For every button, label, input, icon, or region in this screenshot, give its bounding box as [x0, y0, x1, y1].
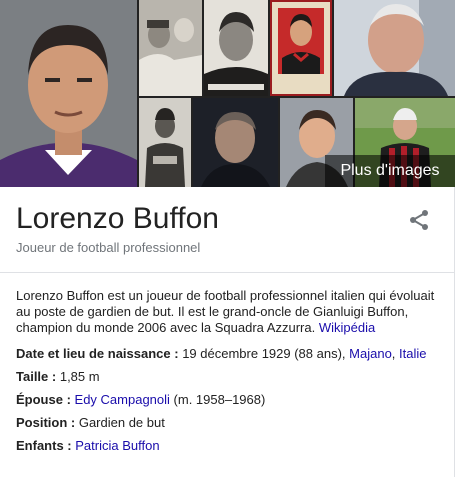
- entity-subtitle: Joueur de football professionnel: [16, 240, 201, 255]
- fact-value: 1,85 m: [59, 369, 100, 384]
- fact-position: Position : Gardien de but: [16, 415, 446, 438]
- gallery-photo-1[interactable]: [139, 0, 202, 96]
- separator: ,: [391, 346, 400, 361]
- gallery-photo-6[interactable]: [193, 98, 278, 187]
- country-link[interactable]: Italie: [399, 346, 426, 361]
- gallery-photo-2[interactable]: [204, 0, 268, 96]
- wikipedia-link[interactable]: Wikipédia: [319, 320, 375, 335]
- description: Lorenzo Buffon est un joueur de football…: [16, 288, 442, 336]
- spouse-link[interactable]: Edy Campagnoli: [75, 392, 170, 407]
- fact-value: Gardien de but: [78, 415, 165, 430]
- fact-value: (m. 1958–1968): [173, 392, 266, 407]
- gallery-photo-4[interactable]: [334, 0, 455, 96]
- portrait-image: [0, 0, 137, 187]
- entity-title: Lorenzo Buffon: [16, 202, 219, 235]
- fact-label: Taille :: [16, 369, 57, 384]
- more-images-label: Plus d'images: [340, 162, 440, 179]
- fact-label: Date et lieu de naissance :: [16, 346, 179, 361]
- more-images-button[interactable]: Plus d'images: [325, 155, 455, 187]
- birthplace-link[interactable]: Majano: [349, 346, 392, 361]
- main-photo[interactable]: [0, 0, 137, 187]
- share-icon: [410, 210, 428, 230]
- fact-label: Épouse :: [16, 392, 71, 407]
- fact-birth: Date et lieu de naissance : 19 décembre …: [16, 346, 446, 369]
- fact-value: 19 décembre 1929 (88 ans),: [182, 346, 346, 361]
- elderly-portrait-image: [193, 98, 278, 187]
- header-divider: [0, 272, 455, 273]
- bw-photo-image: [204, 0, 268, 96]
- trading-card-image: [272, 2, 330, 94]
- fact-label: Enfants :: [16, 438, 72, 453]
- fact-height: Taille : 1,85 m: [16, 369, 446, 392]
- knowledge-panel: Plus d'images Lorenzo Buffon Joueur de f…: [0, 0, 455, 477]
- facts-list: Date et lieu de naissance : 19 décembre …: [16, 346, 446, 461]
- bw-photo-image: [139, 98, 191, 187]
- bw-photo-image: [139, 0, 202, 96]
- elderly-portrait-image: [334, 0, 455, 96]
- fact-label: Position :: [16, 415, 76, 430]
- children-link[interactable]: Patricia Buffon: [75, 438, 159, 453]
- gallery-photo-card[interactable]: [270, 0, 332, 96]
- gallery-photo-5[interactable]: [139, 98, 191, 187]
- image-gallery: Plus d'images: [0, 0, 455, 187]
- fact-spouse: Épouse : Edy Campagnoli (m. 1958–1968): [16, 392, 446, 415]
- share-button[interactable]: [407, 208, 431, 232]
- fact-children: Enfants : Patricia Buffon: [16, 438, 446, 461]
